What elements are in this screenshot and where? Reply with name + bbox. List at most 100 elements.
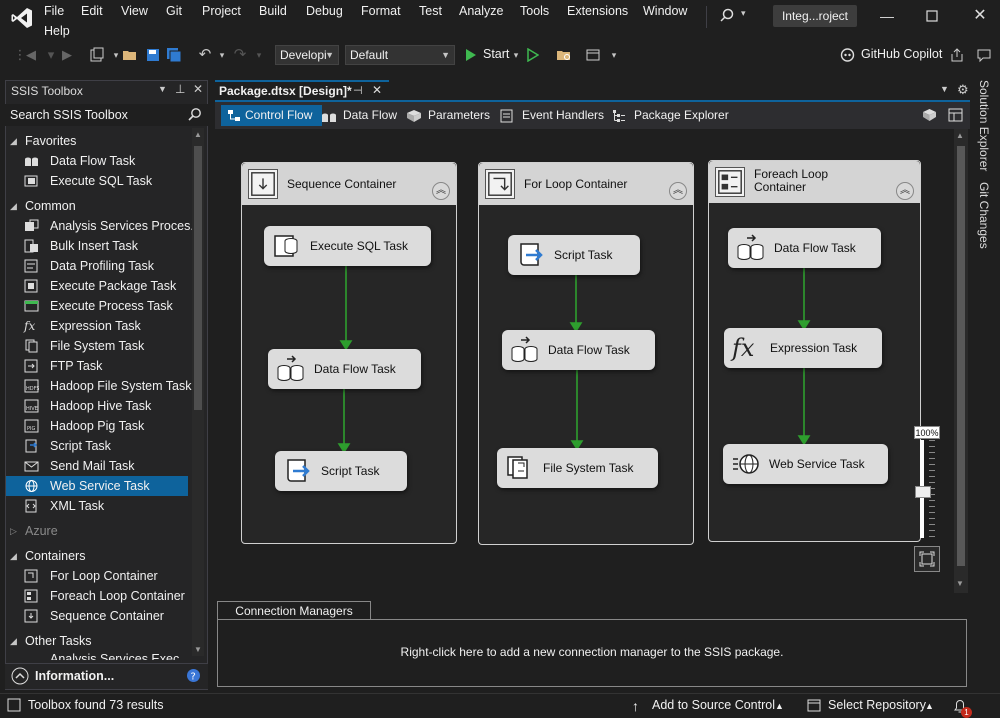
category-containers[interactable]: ◢ Containers [10, 546, 190, 566]
redo-icon[interactable]: ↷ [231, 46, 249, 64]
scroll-up-icon[interactable]: ▲ [956, 131, 964, 140]
toolbox-item-analysis-services-execute[interactable]: Analysis Services Execut... [50, 651, 180, 660]
search-icon[interactable] [719, 8, 735, 24]
settings-gear-icon[interactable]: ⚙ [957, 82, 969, 98]
menu-analyze[interactable]: Analyze [459, 4, 503, 18]
connection-managers-tab[interactable]: Connection Managers [217, 601, 371, 620]
github-copilot-icon[interactable] [839, 46, 856, 63]
document-tab-package[interactable]: Package.dtsx [Design]* ⊣ ✕ [215, 80, 389, 101]
menu-format[interactable]: Format [361, 4, 401, 18]
toolbox-item-xml-task[interactable]: XML Task [6, 496, 188, 516]
menu-edit[interactable]: Edit [81, 4, 103, 18]
close-tab-icon[interactable]: ✕ [372, 83, 382, 97]
save-icon[interactable] [145, 47, 161, 63]
menu-git[interactable]: Git [166, 4, 182, 18]
category-common[interactable]: ◢ Common [10, 196, 190, 216]
undo-dropdown-icon[interactable]: ▾ [213, 46, 231, 64]
toolbox-item-data-flow-task[interactable]: Data Flow Task [6, 151, 188, 171]
toolbox-options-icon[interactable]: ▼ [158, 84, 167, 94]
save-all-icon[interactable] [166, 47, 182, 63]
start-dropdown-icon[interactable]: ▾ [507, 46, 525, 64]
chevron-up-icon[interactable]: ▲ [925, 701, 934, 711]
canvas-scrollbar-thumb[interactable] [957, 146, 965, 566]
start-play-icon[interactable] [465, 48, 477, 62]
minimize-icon[interactable]: — [877, 6, 897, 26]
toolbox-search-input[interactable]: Search SSIS Toolbox [5, 104, 208, 126]
chevron-up-icon[interactable]: ▲ [775, 701, 784, 711]
share-icon[interactable] [949, 47, 965, 63]
toolbox-item-hadoop-hive-task[interactable]: HIVE Hadoop Hive Task [6, 396, 188, 416]
task-script[interactable]: Script Task [508, 235, 640, 275]
tab-event-handlers[interactable]: Event Handlers [500, 105, 604, 126]
layout-icon[interactable] [585, 47, 601, 63]
redo-dropdown-icon[interactable]: ▾ [250, 46, 268, 64]
category-favorites[interactable]: ◢ Favorites [10, 131, 190, 151]
task-data-flow[interactable]: Data Flow Task [502, 330, 655, 370]
tab-package-explorer[interactable]: Package Explorer [612, 105, 729, 126]
browse-folder-icon[interactable] [556, 47, 572, 63]
solution-explorer-tab[interactable]: Solution Explorer [977, 80, 991, 171]
toolbox-item-hadoop-pig-task[interactable]: PIG Hadoop Pig Task [6, 416, 188, 436]
new-project-icon[interactable] [89, 47, 105, 63]
toolbox-item-execute-sql-task[interactable]: Execute SQL Task [6, 171, 188, 191]
close-icon[interactable]: ✕ [970, 6, 990, 26]
toolbox-item-file-system-task[interactable]: File System Task [6, 336, 188, 356]
toolbox-item-expression-task[interactable]: fx Expression Task [6, 316, 188, 336]
toolbox-item-data-profiling-task[interactable]: Data Profiling Task [6, 256, 188, 276]
select-repository-button[interactable]: Select Repository [828, 698, 926, 712]
open-folder-icon[interactable] [122, 47, 138, 63]
menu-project[interactable]: Project [202, 4, 241, 18]
toolbox-item-script-task[interactable]: Script Task [6, 436, 188, 456]
navigate-forward-icon[interactable]: ▶ [58, 46, 76, 64]
toolbox-information-bar[interactable]: Information... ? [5, 663, 208, 689]
task-file-system[interactable]: File System Task [497, 448, 658, 488]
menu-view[interactable]: View [121, 4, 148, 18]
toolbox-item-web-service-task[interactable]: Web Service Task [6, 476, 188, 496]
toolbox-item-sequence-container[interactable]: Sequence Container [6, 606, 188, 626]
toolbox-scrollbar-thumb[interactable] [194, 146, 202, 410]
menu-extensions[interactable]: Extensions [567, 4, 628, 18]
menu-help[interactable]: Help [44, 24, 70, 38]
toolbox-item-foreach-loop-container[interactable]: Foreach Loop Container [6, 586, 188, 606]
task-expression[interactable]: fx Expression Task [724, 328, 882, 368]
search-icon[interactable] [187, 107, 202, 122]
menu-tools[interactable]: Tools [520, 4, 549, 18]
zoom-to-fit-button[interactable] [914, 546, 940, 572]
menu-build[interactable]: Build [259, 4, 287, 18]
variables-icon[interactable] [922, 108, 937, 122]
collapse-up-icon[interactable] [11, 667, 29, 685]
pin-tab-icon[interactable]: ⊣ [353, 84, 363, 97]
pin-icon[interactable]: ⊥ [175, 82, 185, 96]
toolbox-item-bulk-insert-task[interactable]: Bulk Insert Task [6, 236, 188, 256]
zoom-slider-thumb[interactable] [915, 486, 931, 498]
toolbox-item-analysis-services-processing[interactable]: Analysis Services Proces... [6, 216, 201, 236]
task-execute-sql[interactable]: Execute SQL Task [264, 226, 431, 266]
task-data-flow[interactable]: Data Flow Task [728, 228, 881, 268]
toolbox-item-hadoop-file-system-task[interactable]: HDFS Hadoop File System Task [6, 376, 192, 396]
menu-file[interactable]: File [44, 4, 64, 18]
task-data-flow[interactable]: Data Flow Task [268, 349, 421, 389]
add-to-source-control-button[interactable]: Add to Source Control [652, 698, 775, 712]
help-icon[interactable]: ? [186, 668, 201, 683]
visual-studio-logo-icon[interactable] [10, 6, 34, 30]
toolbox-item-ftp-task[interactable]: FTP Task [6, 356, 188, 376]
maximize-icon[interactable] [926, 10, 938, 22]
layout-dropdown-icon[interactable]: ▾ [605, 46, 623, 64]
tab-list-dropdown-icon[interactable]: ▼ [940, 84, 949, 94]
github-copilot-button[interactable]: GitHub Copilot [861, 47, 942, 61]
task-web-service[interactable]: Web Service Task [723, 444, 888, 484]
category-azure[interactable]: ▷ Azure [10, 521, 190, 541]
git-changes-tab[interactable]: Git Changes [977, 182, 991, 249]
toolbox-toggle-icon[interactable] [948, 108, 963, 122]
category-other-tasks[interactable]: ◢ Other Tasks [10, 631, 190, 651]
task-script[interactable]: Script Task [275, 451, 407, 491]
toolbox-item-execute-process-task[interactable]: Execute Process Task [6, 296, 188, 316]
start-without-debugging-icon[interactable] [527, 48, 539, 62]
solution-platform-select[interactable]: Default ▼ [345, 45, 455, 65]
tab-parameters[interactable]: Parameters [406, 105, 490, 126]
toolbox-close-icon[interactable]: ✕ [193, 82, 203, 96]
undo-icon[interactable]: ↶ [196, 46, 214, 64]
toolbox-item-execute-package-task[interactable]: Execute Package Task [6, 276, 188, 296]
start-button[interactable]: Start [483, 47, 509, 61]
scroll-up-icon[interactable]: ▲ [194, 130, 202, 139]
